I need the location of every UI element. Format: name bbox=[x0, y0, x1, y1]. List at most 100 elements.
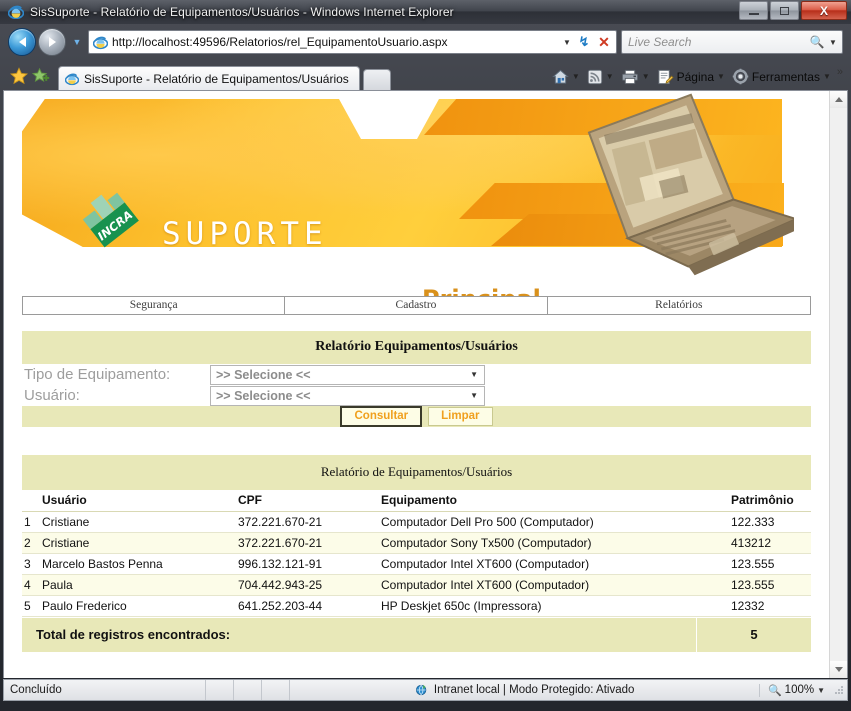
incra-logo-icon: INCRA bbox=[82, 192, 139, 248]
search-input[interactable]: Live Search bbox=[628, 35, 808, 49]
status-segment bbox=[262, 680, 291, 700]
cell-equipamento: Computador Sony Tx500 (Computador) bbox=[381, 532, 731, 554]
chevron-down-icon[interactable]: ▼ bbox=[470, 370, 482, 379]
page-scrollbar[interactable] bbox=[829, 91, 847, 678]
tab-bar: SisSuporte - Relatório de Equipamentos/U… bbox=[0, 60, 851, 90]
zoom-control[interactable]: 🔍 100% ▼ bbox=[758, 683, 831, 697]
page-menu-button[interactable]: Página ▼ bbox=[654, 67, 728, 87]
report-results: Relatório de Equipamentos/Usuários Usuár… bbox=[22, 455, 811, 652]
scroll-up-button[interactable] bbox=[830, 91, 847, 108]
url-dropdown-icon[interactable]: ▼ bbox=[560, 38, 574, 47]
favorites-center-icon[interactable] bbox=[8, 65, 30, 87]
cell-equipamento: Computador Intel XT600 (Computador) bbox=[381, 574, 731, 596]
internet-explorer-icon bbox=[93, 36, 108, 49]
col-usuario: Usuário bbox=[38, 490, 238, 512]
internet-explorer-icon bbox=[8, 5, 24, 20]
total-value: 5 bbox=[696, 618, 811, 652]
url-text: http://localhost:49596/Relatorios/rel_Eq… bbox=[112, 35, 448, 49]
field-row-tipo-equipamento: Tipo de Equipamento: >> Selecione << ▼ bbox=[22, 364, 811, 385]
main-navigation: Segurança Cadastro Relatórios bbox=[22, 296, 811, 315]
refresh-icon[interactable]: ↯ bbox=[574, 34, 594, 50]
security-zone-label: Intranet local | Modo Protegido: Ativado bbox=[433, 684, 635, 696]
back-button[interactable] bbox=[8, 28, 36, 56]
new-tab-button[interactable] bbox=[362, 69, 391, 90]
security-zone[interactable]: Intranet local | Modo Protegido: Ativado bbox=[407, 683, 643, 697]
window-controls: X bbox=[739, 1, 847, 20]
cell-patrimonio: 123.555 bbox=[731, 553, 811, 575]
feeds-button[interactable]: ▼ bbox=[584, 67, 617, 87]
home-button[interactable]: ▼ bbox=[549, 67, 583, 87]
browser-window: SisSuporte - Relatório de Equipamentos/U… bbox=[0, 0, 851, 711]
home-icon bbox=[552, 69, 569, 84]
report-title: Relatório de Equipamentos/Usuários bbox=[22, 455, 811, 490]
search-box[interactable]: Live Search 🔍 ▼ bbox=[621, 30, 843, 54]
cell-index: 5 bbox=[22, 595, 38, 617]
internet-explorer-icon bbox=[65, 72, 79, 85]
consultar-button[interactable]: Consultar bbox=[340, 406, 423, 427]
col-index bbox=[22, 490, 38, 512]
recent-pages-dropdown[interactable]: ▼ bbox=[70, 37, 84, 47]
scroll-down-icon bbox=[834, 667, 843, 672]
chevron-down-icon[interactable]: ▼ bbox=[470, 391, 482, 400]
more-commands-icon[interactable]: » bbox=[835, 66, 843, 78]
scroll-up-icon bbox=[834, 97, 843, 102]
tools-menu-button[interactable]: Ferramentas ▼ bbox=[729, 66, 834, 87]
cell-usuario: Paula bbox=[38, 574, 238, 596]
cell-index: 4 bbox=[22, 574, 38, 596]
nav-item-seguranca[interactable]: Segurança bbox=[23, 297, 286, 314]
address-bar: ▼ http://localhost:49596/Relatorios/rel_… bbox=[0, 24, 851, 60]
search-provider-dropdown-icon[interactable]: ▼ bbox=[826, 38, 840, 47]
zoom-level: 100% bbox=[784, 684, 815, 696]
print-caret-icon[interactable]: ▼ bbox=[642, 72, 650, 81]
back-arrow-icon bbox=[18, 37, 26, 47]
status-segment bbox=[234, 680, 263, 700]
tools-caret-icon[interactable]: ▼ bbox=[823, 72, 831, 81]
minimize-button[interactable] bbox=[739, 1, 768, 20]
maximize-icon bbox=[780, 6, 789, 15]
select-tipo-equipamento[interactable]: >> Selecione << ▼ bbox=[210, 364, 485, 385]
total-label: Total de registros encontrados: bbox=[22, 618, 696, 652]
cell-usuario: Marcelo Bastos Penna bbox=[38, 553, 238, 575]
cell-usuario: Paulo Frederico bbox=[38, 595, 238, 617]
nav-item-relatorios[interactable]: Relatórios bbox=[548, 297, 810, 314]
status-segment bbox=[206, 680, 235, 700]
page-caret-icon[interactable]: ▼ bbox=[717, 72, 725, 81]
zoom-caret-icon[interactable]: ▼ bbox=[817, 686, 825, 695]
cell-index: 3 bbox=[22, 553, 38, 575]
cell-equipamento: HP Deskjet 650c (Impressora) bbox=[381, 595, 731, 617]
form-fields: Tipo de Equipamento: >> Selecione << ▼ U… bbox=[22, 364, 811, 406]
maximize-button[interactable] bbox=[770, 1, 799, 20]
home-caret-icon[interactable]: ▼ bbox=[572, 72, 580, 81]
cell-patrimonio: 12332 bbox=[731, 595, 811, 617]
laptop-image bbox=[587, 93, 794, 276]
select-usuario[interactable]: >> Selecione << ▼ bbox=[210, 385, 485, 406]
status-segment bbox=[178, 680, 207, 700]
browser-tab-active[interactable]: SisSuporte - Relatório de Equipamentos/U… bbox=[58, 66, 360, 90]
cell-usuario: Cristiane bbox=[38, 511, 238, 533]
cell-cpf: 996.132.121-91 bbox=[238, 553, 381, 575]
cell-index: 2 bbox=[22, 532, 38, 554]
url-bar[interactable]: http://localhost:49596/Relatorios/rel_Eq… bbox=[88, 30, 617, 54]
label-tipo-equipamento: Tipo de Equipamento: bbox=[24, 366, 171, 383]
resize-grip-icon[interactable] bbox=[833, 684, 845, 696]
label-usuario: Usuário: bbox=[24, 387, 80, 404]
table-row: 3 Marcelo Bastos Penna 996.132.121-91 Co… bbox=[22, 553, 811, 575]
nav-item-cadastro[interactable]: Cadastro bbox=[285, 297, 548, 314]
form-title: Relatório Equipamentos/Usuários bbox=[22, 331, 811, 364]
print-button[interactable]: ▼ bbox=[618, 67, 653, 87]
tab-title: SisSuporte - Relatório de Equipamentos/U… bbox=[84, 71, 349, 86]
table-row: 5 Paulo Frederico 641.252.203-44 HP Desk… bbox=[22, 595, 811, 617]
tools-icon bbox=[732, 68, 749, 85]
stop-icon[interactable]: ✕ bbox=[594, 34, 614, 51]
scroll-down-button[interactable] bbox=[830, 661, 847, 678]
feeds-icon bbox=[587, 69, 602, 84]
feeds-caret-icon[interactable]: ▼ bbox=[606, 72, 614, 81]
report-table: Usuário CPF Equipamento Patrimônio 1 Cri… bbox=[22, 490, 811, 617]
limpar-button[interactable]: Limpar bbox=[428, 407, 493, 426]
add-to-favorites-icon[interactable] bbox=[30, 65, 52, 87]
forward-button[interactable] bbox=[38, 28, 66, 56]
search-icon[interactable]: 🔍 bbox=[808, 35, 826, 49]
close-button[interactable]: X bbox=[801, 1, 847, 20]
table-body: 1 Cristiane 372.221.670-21 Computador De… bbox=[22, 511, 811, 617]
table-head: Usuário CPF Equipamento Patrimônio bbox=[22, 490, 811, 512]
